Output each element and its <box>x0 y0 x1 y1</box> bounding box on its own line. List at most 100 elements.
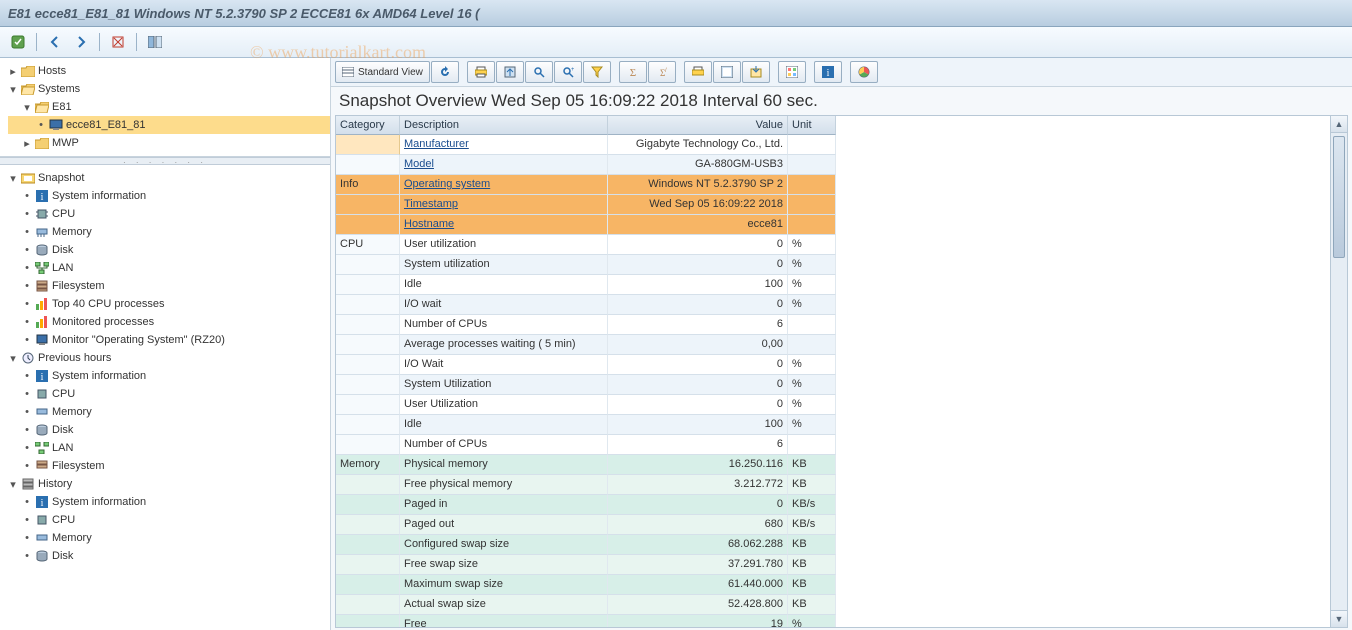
cell-unit <box>788 135 836 155</box>
standard-view-button[interactable]: Standard View <box>335 61 430 83</box>
server-icon <box>48 118 64 132</box>
svg-text:i: i <box>41 372 44 382</box>
tree-hi-memory[interactable]: •Memory <box>8 529 330 547</box>
export2-button[interactable] <box>742 61 770 83</box>
filter-button[interactable] <box>583 61 611 83</box>
tree-lan[interactable]: •LAN <box>8 259 330 277</box>
cell-description[interactable]: Timestamp <box>400 195 608 215</box>
cell-category <box>336 395 400 415</box>
tree-snapshot[interactable]: ▾ Snapshot <box>8 169 330 187</box>
tree-label: Monitored processes <box>52 316 154 328</box>
tree-ecce81[interactable]: • ecce81_E81_81 <box>8 116 330 134</box>
refresh-button[interactable] <box>431 61 459 83</box>
tree-label: Filesystem <box>52 460 105 472</box>
cpu-icon <box>34 387 50 401</box>
memory-icon <box>34 531 50 545</box>
tree-hi-sysinfo[interactable]: •iSystem information <box>8 493 330 511</box>
col-value[interactable]: Value <box>608 116 788 135</box>
cell-category <box>336 255 400 275</box>
tree-filesystem[interactable]: •Filesystem <box>8 277 330 295</box>
tree-hi-cpu[interactable]: •CPU <box>8 511 330 529</box>
cell-description: Average processes waiting ( 5 min) <box>400 335 608 355</box>
tree-label: Monitor "Operating System" (RZ20) <box>52 334 225 346</box>
tree-hosts[interactable]: ▸ Hosts <box>8 62 330 80</box>
find-button[interactable] <box>525 61 553 83</box>
cell-description[interactable]: Model <box>400 155 608 175</box>
cell-category <box>336 515 400 535</box>
cancel-button[interactable] <box>106 30 130 54</box>
export-button[interactable] <box>496 61 524 83</box>
scroll-up-icon[interactable]: ▲ <box>1331 116 1347 133</box>
cell-unit: % <box>788 375 836 395</box>
scroll-thumb[interactable] <box>1333 136 1345 258</box>
tree-monproc[interactable]: •Monitored processes <box>8 313 330 331</box>
filesystem-icon <box>34 459 50 473</box>
subtotal-button[interactable]: Σ/ <box>648 61 676 83</box>
tree-label: Previous hours <box>38 352 111 364</box>
cell-value: Wed Sep 05 16:09:22 2018 <box>608 195 788 215</box>
cell-category <box>336 355 400 375</box>
tree-ph-cpu[interactable]: •CPU <box>8 385 330 403</box>
layout-button[interactable] <box>143 30 167 54</box>
tree-cpu[interactable]: •CPU <box>8 205 330 223</box>
cell-description[interactable]: Manufacturer <box>400 135 608 155</box>
col-category[interactable]: Category <box>336 116 400 135</box>
tree-sysinfo[interactable]: •iSystem information <box>8 187 330 205</box>
back-button[interactable] <box>43 30 67 54</box>
tree-top40[interactable]: •Top 40 CPU processes <box>8 295 330 313</box>
layout-chooser-button[interactable] <box>778 61 806 83</box>
tree-label: CPU <box>52 388 75 400</box>
tree-label: Disk <box>52 424 73 436</box>
tree-history[interactable]: ▾ History <box>8 475 330 493</box>
tree-label: Memory <box>52 532 92 544</box>
tree-splitter[interactable]: · · · · · · · <box>0 157 330 165</box>
cell-unit <box>788 215 836 235</box>
cpu-icon <box>34 207 50 221</box>
print-button[interactable] <box>467 61 495 83</box>
info-button[interactable]: i <box>814 61 842 83</box>
svg-text:i: i <box>826 68 829 78</box>
tree-ph-disk[interactable]: •Disk <box>8 421 330 439</box>
tree-mwp[interactable]: ▸ MWP <box>8 134 330 152</box>
forward-button[interactable] <box>69 30 93 54</box>
scroll-down-icon[interactable]: ▼ <box>1331 610 1347 627</box>
cell-description: Free physical memory <box>400 475 608 495</box>
svg-text:i: i <box>41 498 44 508</box>
cell-unit <box>788 435 836 455</box>
findnext-button[interactable]: + <box>554 61 582 83</box>
tree-ph-memory[interactable]: •Memory <box>8 403 330 421</box>
menu-button[interactable] <box>6 30 30 54</box>
graphic-button[interactable] <box>850 61 878 83</box>
tree-label: Filesystem <box>52 280 105 292</box>
cell-description: User utilization <box>400 235 608 255</box>
print2-button[interactable] <box>684 61 712 83</box>
cell-description[interactable]: Hostname <box>400 215 608 235</box>
tree-monos[interactable]: •Monitor "Operating System" (RZ20) <box>8 331 330 349</box>
tree-label: LAN <box>52 262 73 274</box>
tree-ph-lan[interactable]: •LAN <box>8 439 330 457</box>
col-unit[interactable]: Unit <box>788 116 836 135</box>
tree-memory[interactable]: •Memory <box>8 223 330 241</box>
tree-systems[interactable]: ▾ Systems <box>8 80 330 98</box>
tree-hi-disk[interactable]: •Disk <box>8 547 330 565</box>
tree-hosts-systems: ▸ Hosts ▾ Systems ▾ E81 • ecce81_E81_81 … <box>0 58 330 157</box>
cell-description: Paged out <box>400 515 608 535</box>
tree-disk[interactable]: •Disk <box>8 241 330 259</box>
tree-ph-filesystem[interactable]: •Filesystem <box>8 457 330 475</box>
tree-e81[interactable]: ▾ E81 <box>8 98 330 116</box>
cell-description: Idle <box>400 415 608 435</box>
tree-snapshot-area: ▾ Snapshot •iSystem information •CPU •Me… <box>0 165 330 630</box>
col-description[interactable]: Description <box>400 116 608 135</box>
cell-category <box>336 575 400 595</box>
tree-ph-sysinfo[interactable]: •iSystem information <box>8 367 330 385</box>
vertical-scrollbar[interactable]: ▲ ▼ <box>1330 116 1347 627</box>
sum-button[interactable]: Σ <box>619 61 647 83</box>
tree-prevhours[interactable]: ▾ Previous hours <box>8 349 330 367</box>
cell-description[interactable]: Operating system <box>400 175 608 195</box>
cell-unit: KB <box>788 535 836 555</box>
info-icon: i <box>34 369 50 383</box>
view-button[interactable] <box>713 61 741 83</box>
cell-unit <box>788 175 836 195</box>
cell-value: Windows NT 5.2.3790 SP 2 <box>608 175 788 195</box>
cell-unit: % <box>788 355 836 375</box>
